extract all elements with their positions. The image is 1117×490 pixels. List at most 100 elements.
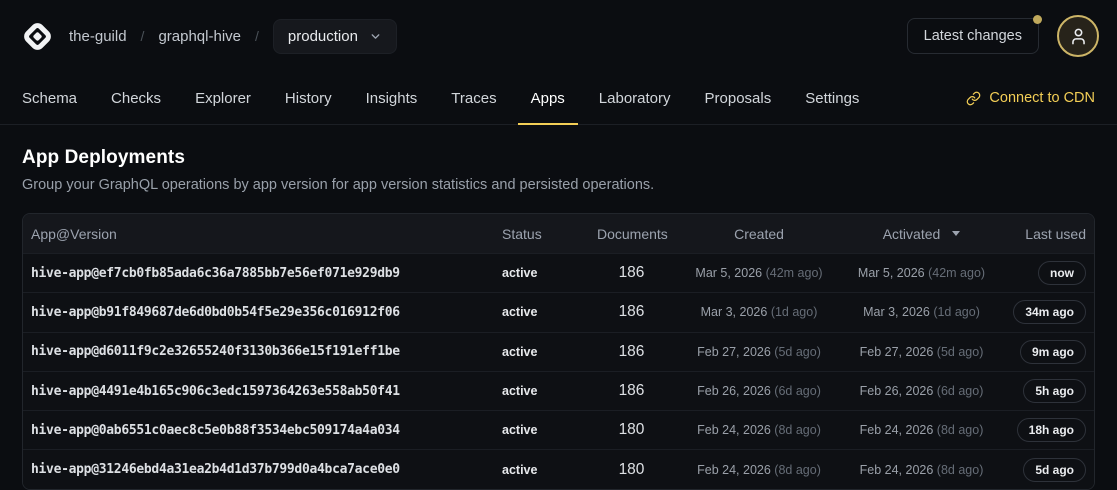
created-ago: (8d ago) — [774, 423, 821, 437]
nav-tabs: Schema Checks Explorer History Insights Trace… — [22, 72, 859, 124]
created-date: Feb 26, 2026 — [697, 384, 771, 398]
tab-schema[interactable]: Schema — [22, 72, 77, 124]
page-title: App Deployments — [22, 147, 1095, 169]
table-row[interactable]: hive-app@d6011f9c2e32655240f3130b366e15f… — [23, 332, 1094, 371]
activated-date: Feb 26, 2026 — [860, 384, 934, 398]
last-used-badge: now — [1038, 261, 1086, 285]
app-version-cell[interactable]: hive-app@4491e4b165c906c3edc1597364263e5… — [23, 384, 494, 399]
created-cell: Feb 24, 2026 (8d ago) — [674, 463, 844, 477]
hive-logo-icon[interactable] — [18, 17, 56, 55]
last-used-badge: 9m ago — [1020, 340, 1086, 364]
tab-apps[interactable]: Apps — [531, 72, 565, 124]
deployments-table: App@Version Status Documents Created Act… — [22, 213, 1095, 490]
table-header: App@Version Status Documents Created Act… — [23, 214, 1094, 253]
tab-history[interactable]: History — [285, 72, 332, 124]
activated-ago: (1d ago) — [933, 305, 980, 319]
chevron-down-icon — [369, 30, 382, 43]
documents-cell: 180 — [589, 421, 674, 439]
created-date: Mar 3, 2026 — [701, 305, 768, 319]
activated-ago: (42m ago) — [928, 266, 985, 280]
activated-ago: (8d ago) — [937, 463, 984, 477]
link-icon — [966, 91, 981, 106]
documents-cell: 186 — [589, 303, 674, 321]
last-used-cell: 9m ago — [999, 340, 1094, 364]
activated-date: Mar 3, 2026 — [863, 305, 930, 319]
created-ago: (8d ago) — [774, 463, 821, 477]
notification-dot — [1033, 15, 1042, 24]
activated-ago: (8d ago) — [937, 423, 984, 437]
app-version-cell[interactable]: hive-app@b91f849687de6d0bd0b54f5e29e356c… — [23, 305, 494, 320]
column-activated[interactable]: Activated — [844, 226, 999, 242]
status-cell: active — [494, 305, 589, 319]
latest-changes-label: Latest changes — [924, 28, 1022, 44]
tab-traces[interactable]: Traces — [451, 72, 496, 124]
documents-cell: 186 — [589, 343, 674, 361]
created-ago: (1d ago) — [771, 305, 818, 319]
status-cell: active — [494, 423, 589, 437]
tab-settings[interactable]: Settings — [805, 72, 859, 124]
activated-cell: Mar 3, 2026 (1d ago) — [844, 305, 999, 319]
table-row[interactable]: hive-app@b91f849687de6d0bd0b54f5e29e356c… — [23, 292, 1094, 331]
table-row[interactable]: hive-app@31246ebd4a31ea2b4d1d37b799d0a4b… — [23, 449, 1094, 488]
created-cell: Feb 26, 2026 (6d ago) — [674, 384, 844, 398]
column-created[interactable]: Created — [674, 226, 844, 242]
main-nav: Schema Checks Explorer History Insights Trace… — [0, 72, 1117, 125]
target-selector-label: production — [288, 28, 358, 45]
column-documents[interactable]: Documents — [589, 226, 674, 242]
tab-explorer[interactable]: Explorer — [195, 72, 251, 124]
breadcrumb-org[interactable]: the-guild — [69, 28, 127, 45]
activated-date: Mar 5, 2026 — [858, 266, 925, 280]
last-used-cell: 5h ago — [999, 379, 1094, 403]
created-cell: Feb 27, 2026 (5d ago) — [674, 345, 844, 359]
table-row[interactable]: hive-app@ef7cb0fb85ada6c36a7885bb7e56ef0… — [23, 253, 1094, 292]
column-last-used[interactable]: Last used — [999, 226, 1094, 242]
latest-changes-button[interactable]: Latest changes — [907, 18, 1039, 54]
activated-ago: (5d ago) — [937, 345, 984, 359]
created-ago: (6d ago) — [774, 384, 821, 398]
tab-checks[interactable]: Checks — [111, 72, 161, 124]
last-used-cell: 18h ago — [999, 418, 1094, 442]
activated-ago: (6d ago) — [937, 384, 984, 398]
tab-proposals[interactable]: Proposals — [705, 72, 772, 124]
tab-insights[interactable]: Insights — [366, 72, 418, 124]
table-row[interactable]: hive-app@0ab6551c0aec8c5e0b88f3534ebc509… — [23, 410, 1094, 449]
app-version-cell[interactable]: hive-app@31246ebd4a31ea2b4d1d37b799d0a4b… — [23, 462, 494, 477]
connect-to-cdn-link[interactable]: Connect to CDN — [966, 72, 1095, 124]
created-date: Feb 27, 2026 — [697, 345, 771, 359]
column-status[interactable]: Status — [494, 226, 589, 242]
status-cell: active — [494, 463, 589, 477]
last-used-badge: 5h ago — [1023, 379, 1086, 403]
activated-cell: Feb 27, 2026 (5d ago) — [844, 345, 999, 359]
status-cell: active — [494, 345, 589, 359]
target-selector[interactable]: production — [273, 19, 397, 54]
created-cell: Mar 3, 2026 (1d ago) — [674, 305, 844, 319]
activated-cell: Feb 24, 2026 (8d ago) — [844, 423, 999, 437]
user-avatar-button[interactable] — [1057, 15, 1099, 57]
app-version-cell[interactable]: hive-app@d6011f9c2e32655240f3130b366e15f… — [23, 344, 494, 359]
created-date: Feb 24, 2026 — [697, 463, 771, 477]
created-date: Mar 5, 2026 — [695, 266, 762, 280]
created-cell: Feb 24, 2026 (8d ago) — [674, 423, 844, 437]
created-ago: (42m ago) — [766, 266, 823, 280]
breadcrumb-separator: / — [141, 28, 145, 44]
activated-cell: Mar 5, 2026 (42m ago) — [844, 266, 999, 280]
documents-cell: 186 — [589, 264, 674, 282]
activated-date: Feb 24, 2026 — [860, 463, 934, 477]
last-used-badge: 34m ago — [1013, 300, 1086, 324]
last-used-cell: now — [999, 261, 1094, 285]
column-app-version[interactable]: App@Version — [23, 226, 494, 242]
status-cell: active — [494, 384, 589, 398]
documents-cell: 180 — [589, 461, 674, 479]
activated-date: Feb 24, 2026 — [860, 423, 934, 437]
breadcrumb-separator: / — [255, 28, 259, 44]
table-row[interactable]: hive-app@4491e4b165c906c3edc1597364263e5… — [23, 371, 1094, 410]
last-used-badge: 18h ago — [1017, 418, 1086, 442]
top-bar: the-guild / graphql-hive / production La… — [0, 0, 1117, 72]
app-version-cell[interactable]: hive-app@ef7cb0fb85ada6c36a7885bb7e56ef0… — [23, 266, 494, 281]
activated-cell: Feb 26, 2026 (6d ago) — [844, 384, 999, 398]
breadcrumb-project[interactable]: graphql-hive — [158, 28, 241, 45]
user-icon — [1069, 27, 1088, 46]
tab-laboratory[interactable]: Laboratory — [599, 72, 671, 124]
created-cell: Mar 5, 2026 (42m ago) — [674, 266, 844, 280]
app-version-cell[interactable]: hive-app@0ab6551c0aec8c5e0b88f3534ebc509… — [23, 423, 494, 438]
